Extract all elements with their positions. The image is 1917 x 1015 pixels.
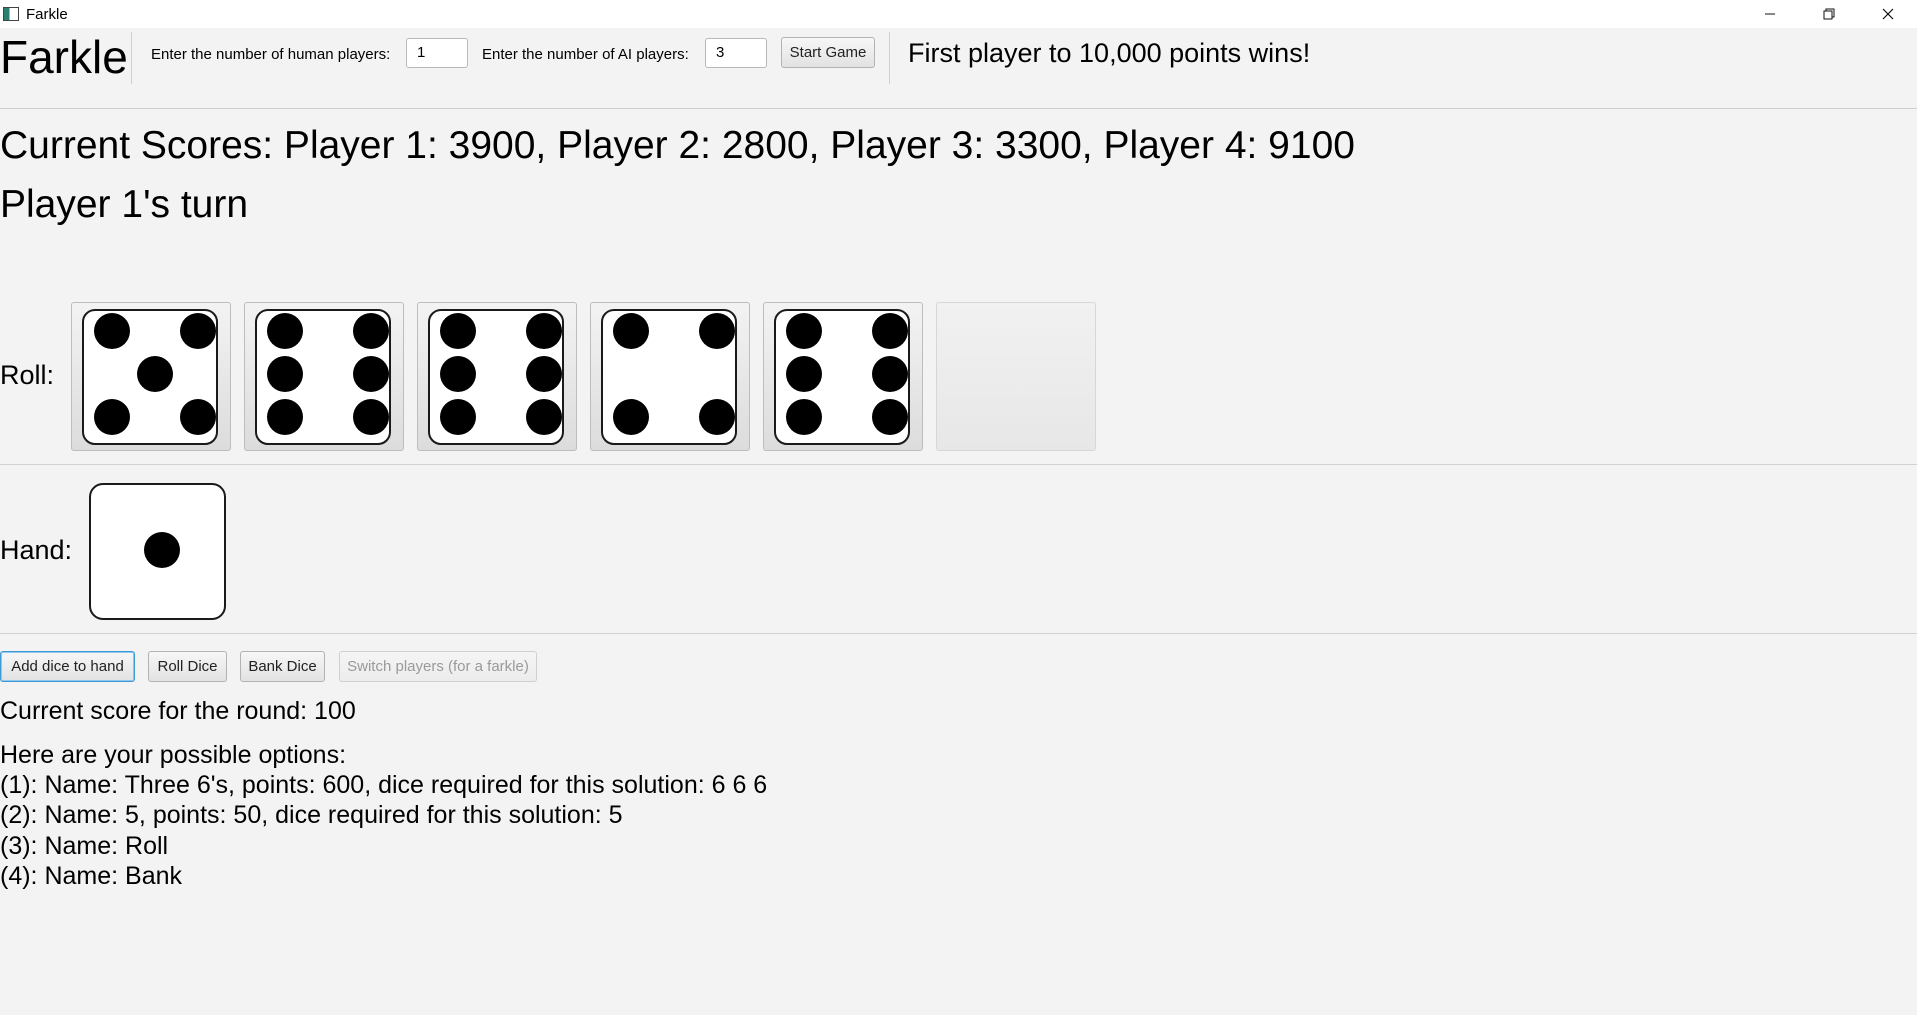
die-pip xyxy=(353,313,389,349)
option-item: (4): Name: Bank xyxy=(0,862,183,890)
minimize-icon[interactable] xyxy=(1740,0,1799,28)
die-pip xyxy=(526,356,562,392)
hand-die-one[interactable] xyxy=(89,483,226,620)
hand-label: Hand: xyxy=(0,535,73,565)
die-pip xyxy=(180,313,216,349)
human-players-input[interactable]: 1 xyxy=(406,38,468,68)
app-icon xyxy=(3,7,19,21)
die-pip xyxy=(144,532,180,568)
die-pip xyxy=(786,399,822,435)
die-pip xyxy=(872,399,908,435)
die-pip xyxy=(353,356,389,392)
human-players-label: Enter the number of human players: xyxy=(151,46,391,63)
window-title: Farkle xyxy=(26,5,68,23)
window-titlebar: Farkle xyxy=(0,0,1917,28)
die-pip xyxy=(440,399,476,435)
die-pip xyxy=(267,356,303,392)
die-pip xyxy=(180,399,216,435)
window-controls xyxy=(1740,0,1917,28)
ai-players-label: Enter the number of AI players: xyxy=(482,46,689,63)
roll-die-six[interactable] xyxy=(763,302,923,451)
die-face-six xyxy=(428,309,564,445)
divider xyxy=(0,464,1917,465)
option-item: (3): Name: Roll xyxy=(0,832,169,860)
die-pip xyxy=(353,399,389,435)
die-pip xyxy=(94,399,130,435)
roll-dice-button[interactable]: Roll Dice xyxy=(148,651,227,682)
die-pip xyxy=(440,313,476,349)
die-face-five xyxy=(82,309,218,445)
die-pip xyxy=(872,313,908,349)
divider xyxy=(889,32,890,84)
die-pip xyxy=(786,313,822,349)
option-item: (1): Name: Three 6's, points: 600, dice … xyxy=(0,771,768,799)
die-pip xyxy=(526,399,562,435)
die-pip xyxy=(786,356,822,392)
die-face-four xyxy=(601,309,737,445)
restore-icon[interactable] xyxy=(1799,0,1858,28)
die-pip xyxy=(699,399,735,435)
roll-die-four[interactable] xyxy=(590,302,750,451)
win-condition-message: First player to 10,000 points wins! xyxy=(908,38,1311,68)
die-face-six xyxy=(774,309,910,445)
toolbar: Farkle Enter the number of human players… xyxy=(0,28,1917,109)
roll-label: Roll: xyxy=(0,360,55,390)
current-turn: Player 1's turn xyxy=(0,183,249,226)
divider xyxy=(131,32,132,84)
die-pip xyxy=(267,399,303,435)
die-pip xyxy=(94,313,130,349)
die-pip xyxy=(267,313,303,349)
switch-players-button[interactable]: Switch players (for a farkle) xyxy=(339,651,537,682)
roll-die-five[interactable] xyxy=(71,302,231,451)
die-pip xyxy=(137,356,173,392)
die-pip xyxy=(699,313,735,349)
ai-players-input[interactable]: 3 xyxy=(705,38,767,68)
die-pip xyxy=(526,313,562,349)
die-pip xyxy=(613,313,649,349)
roll-die-six[interactable] xyxy=(417,302,577,451)
app-title: Farkle xyxy=(0,31,128,83)
add-dice-to-hand-button[interactable]: Add dice to hand xyxy=(0,651,135,682)
close-icon[interactable] xyxy=(1858,0,1917,28)
divider xyxy=(0,633,1917,634)
options-header: Here are your possible options: xyxy=(0,741,347,769)
current-scores: Current Scores: Player 1: 3900, Player 2… xyxy=(0,124,1355,167)
die-face-six xyxy=(255,309,391,445)
start-game-button[interactable]: Start Game xyxy=(781,37,875,68)
die-pip xyxy=(872,356,908,392)
die-pip xyxy=(613,399,649,435)
roll-die-six[interactable] xyxy=(244,302,404,451)
bank-dice-button[interactable]: Bank Dice xyxy=(240,651,325,682)
round-score: Current score for the round: 100 xyxy=(0,697,356,725)
option-item: (2): Name: 5, points: 50, dice required … xyxy=(0,801,623,829)
roll-die-slot-empty[interactable] xyxy=(936,302,1096,451)
die-pip xyxy=(440,356,476,392)
